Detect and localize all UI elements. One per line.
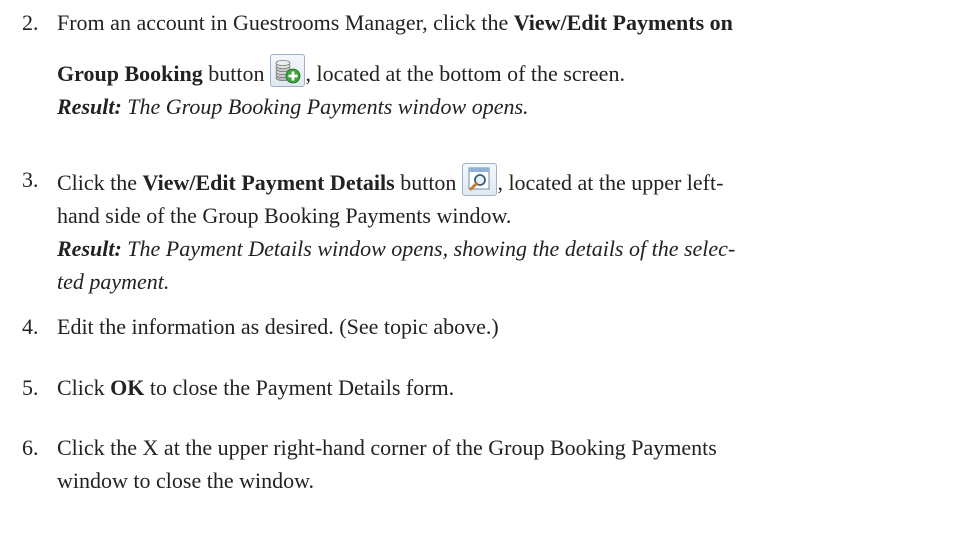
step-line: Click the View/Edit Payment Details butt… <box>57 163 968 199</box>
step-number: 3. <box>22 167 39 192</box>
step-text: Edit the information as desired. (See to… <box>57 314 499 339</box>
step-text: , located at the upper left- <box>497 170 724 195</box>
step-line: Group Booking button , located at the bo… <box>57 54 968 90</box>
result-line: Result: The Group Booking Payments windo… <box>57 90 968 123</box>
help-page: 2. From an account in Guestrooms Manager… <box>0 0 980 533</box>
coins-add-icon <box>270 54 306 87</box>
step-body: Edit the information as desired. (See to… <box>57 310 968 343</box>
step-text: From an account in Guestrooms Manager, c… <box>57 10 514 35</box>
result-line: Result: The Payment Details window opens… <box>57 232 968 265</box>
step-number: 4. <box>22 314 39 339</box>
step-line: hand side of the Group Booking Payments … <box>57 199 968 232</box>
step-text: button <box>394 170 457 195</box>
step-body: From an account in Guestrooms Manager, c… <box>57 6 968 123</box>
step-line: Edit the information as desired. (See to… <box>57 310 968 343</box>
ui-term: OK <box>110 375 145 400</box>
step-text: Click <box>57 375 111 400</box>
result-text: ted payment. <box>57 269 170 294</box>
step-number: 2. <box>22 10 39 35</box>
step-text: Click the <box>57 170 143 195</box>
result-label: Result: <box>57 94 122 119</box>
ui-term: View/Edit Payments on <box>513 10 733 35</box>
step-text: , located at the bottom of the screen. <box>305 61 625 86</box>
step-text: to close the Payment Details form. <box>144 375 455 400</box>
step-body: Click OK to close the Payment Details fo… <box>57 371 968 404</box>
step-line: Click OK to close the Payment Details fo… <box>57 371 968 404</box>
ui-term: Group Booking <box>57 61 203 86</box>
step-line: Click the X at the upper right-hand corn… <box>57 431 968 464</box>
step-line: window to close the window. <box>57 464 968 497</box>
step-number: 6. <box>22 435 39 460</box>
step-line: From an account in Guestrooms Manager, c… <box>57 6 968 39</box>
ui-term: View/Edit Payment Details <box>142 170 395 195</box>
step-text: hand side of the Group Booking Payments … <box>57 203 512 228</box>
view-details-icon <box>462 163 498 196</box>
result-label: Result: <box>57 236 122 261</box>
step-body: Click the X at the upper right-hand corn… <box>57 431 968 497</box>
result-text: The Group Booking Payments window opens. <box>121 94 529 119</box>
step-text: Click the X at the upper right-hand corn… <box>57 435 717 460</box>
result-text: The Payment Details window opens, showin… <box>121 236 736 261</box>
step-number: 5. <box>22 375 39 400</box>
step-body: Click the View/Edit Payment Details butt… <box>57 163 968 298</box>
step-text: window to close the window. <box>57 468 315 493</box>
step-text: button <box>202 61 265 86</box>
result-line: ted payment. <box>57 265 968 298</box>
